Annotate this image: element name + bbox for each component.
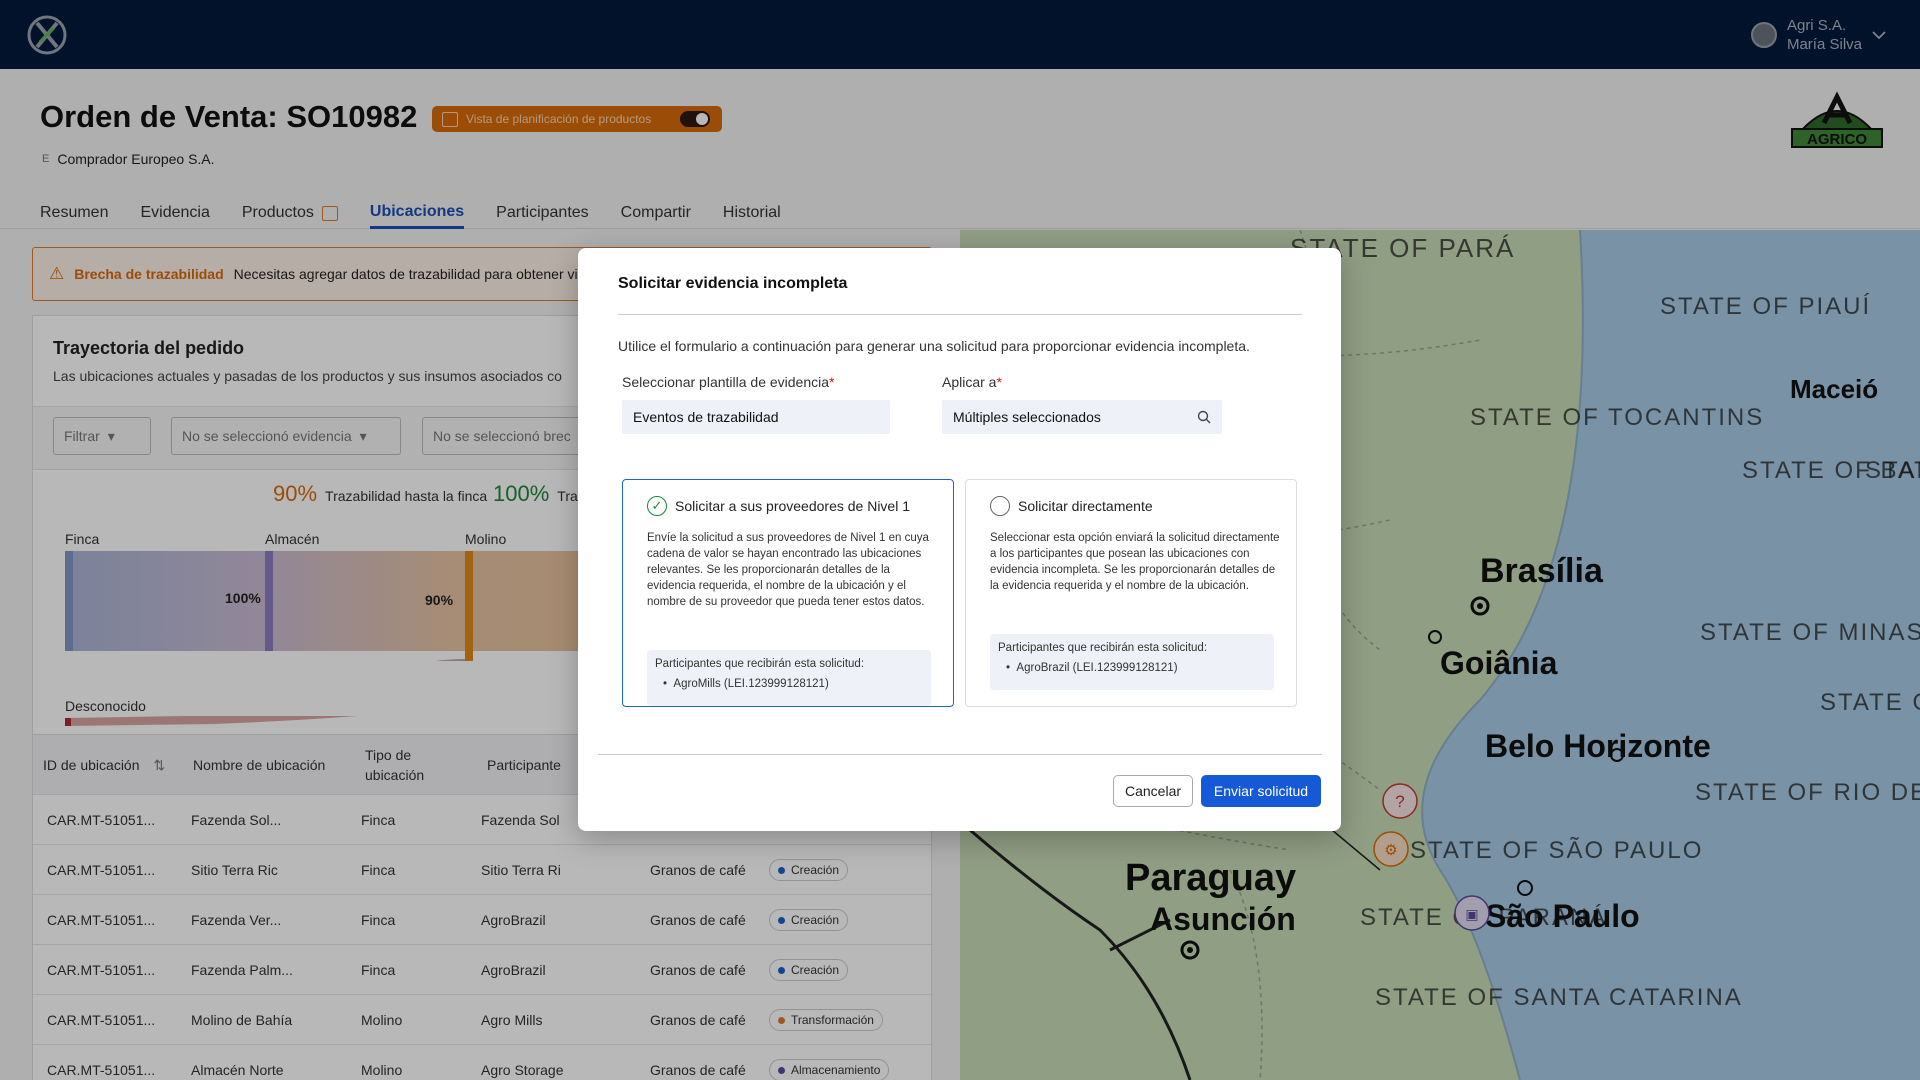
modal-description: Utilice el formulario a continuación par…: [618, 338, 1250, 354]
request-evidence-modal: Solicitar evidencia incompleta Utilice e…: [578, 248, 1341, 831]
option-tier1-suppliers[interactable]: ✓ Solicitar a sus proveedores de Nivel 1…: [622, 479, 954, 707]
option2-description: Seleccionar esta opción enviará la solic…: [990, 532, 1280, 592]
option2-participants: Participantes que recibirán esta solicit…: [990, 634, 1274, 690]
apply-to-input[interactable]: Múltiples seleccionados: [942, 400, 1222, 434]
option1-description: Envíe la solicitud a sus proveedores de …: [647, 532, 929, 608]
cancel-button[interactable]: Cancelar: [1113, 775, 1193, 807]
submit-request-button[interactable]: Enviar solicitud: [1201, 775, 1321, 807]
option1-participant: • AgroMills (LEI.123999128121): [663, 678, 829, 690]
modal-title: Solicitar evidencia incompleta: [618, 275, 848, 292]
option1-participants-label: Participantes que recibirán esta solicit…: [655, 658, 865, 670]
check-circle-icon[interactable]: ✓: [647, 496, 667, 516]
template-label: Seleccionar plantilla de evidencia*: [622, 374, 835, 390]
option2-participants-label: Participantes que recibirán esta solicit…: [998, 642, 1208, 654]
search-icon[interactable]: [1197, 410, 1211, 424]
template-select[interactable]: Eventos de trazabilidad: [622, 400, 890, 434]
option2-title: Solicitar directamente: [1018, 498, 1153, 514]
divider: [618, 314, 1302, 315]
option1-title: Solicitar a sus proveedores de Nivel 1: [675, 498, 911, 514]
option1-participants: Participantes que recibirán esta solicit…: [647, 650, 931, 706]
option2-participant: • AgroBrazil (LEI.123999128121): [1006, 662, 1178, 674]
option-direct-request[interactable]: Solicitar directamente Seleccionar esta …: [965, 479, 1297, 707]
apply-to-label: Aplicar a*: [942, 374, 1002, 390]
radio-button[interactable]: [990, 496, 1010, 516]
divider: [598, 754, 1322, 755]
